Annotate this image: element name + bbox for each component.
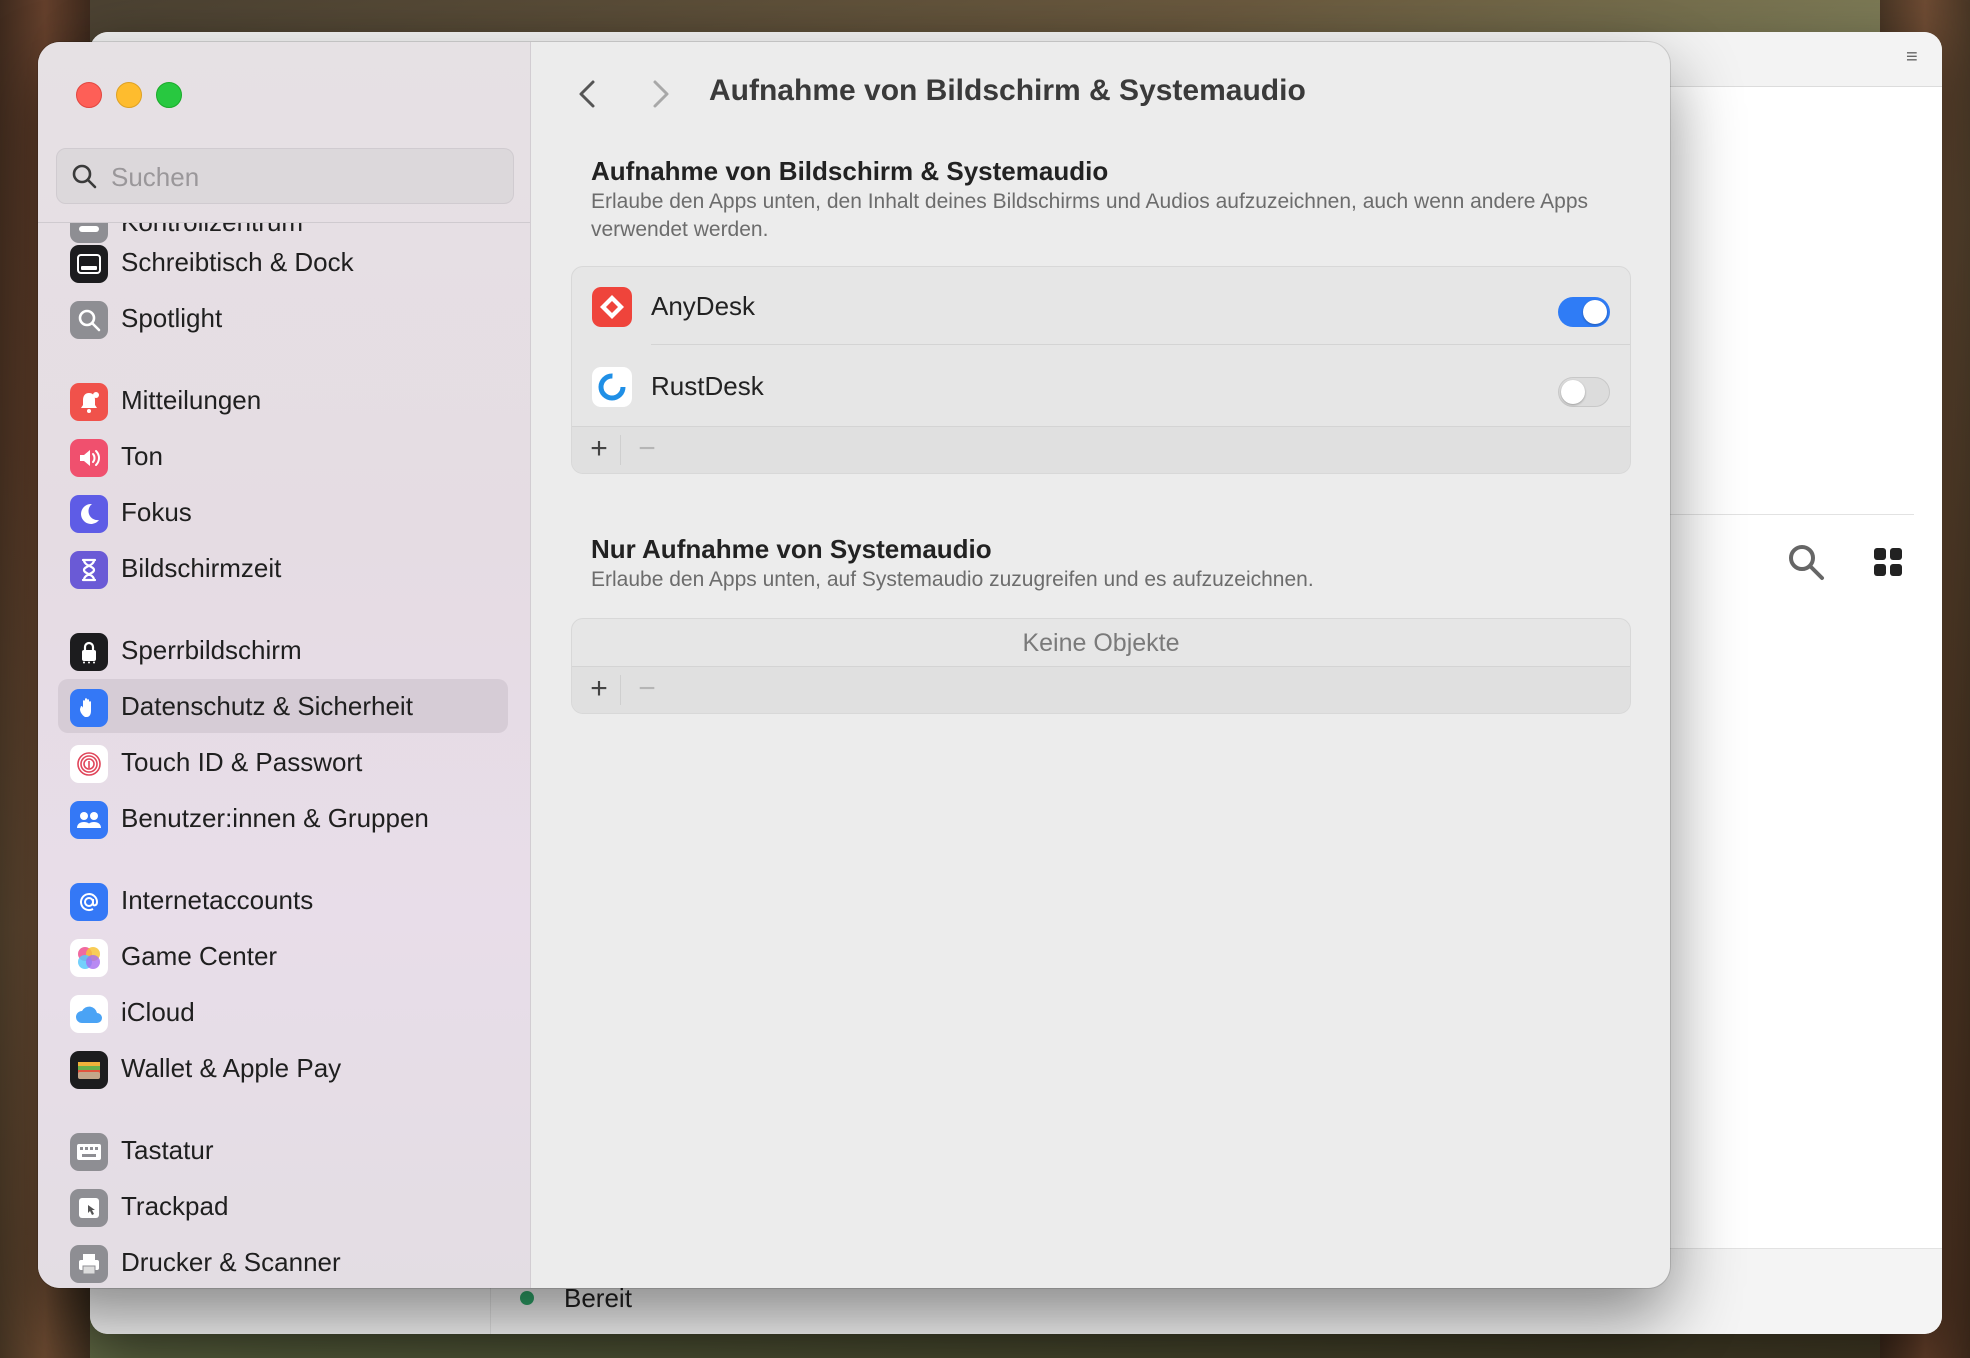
sidebar-item-users-groups[interactable]: Benutzer:innen & Gruppen <box>58 791 508 845</box>
sound-icon <box>70 439 108 477</box>
printer-icon <box>70 1245 108 1283</box>
section-title-system-audio: Nur Aufnahme von Systemaudio <box>591 534 992 564</box>
app-row-anydesk: AnyDesk <box>572 267 1630 345</box>
add-app-button[interactable]: + <box>584 674 614 704</box>
app-list-screen-audio: AnyDesk RustDesk + − <box>571 266 1631 474</box>
dock-icon <box>70 245 108 283</box>
sidebar-item-label: Touch ID & Passwort <box>121 747 363 777</box>
remove-app-button[interactable]: − <box>632 674 662 704</box>
at-sign-icon <box>70 883 108 921</box>
screen-time-icon <box>70 551 108 589</box>
toolbar-divider <box>620 675 621 705</box>
toggle-knob <box>1583 300 1607 324</box>
wallet-icon <box>70 1051 108 1089</box>
sidebar-item-label: Trackpad <box>121 1191 229 1221</box>
minimize-button[interactable] <box>116 82 142 108</box>
sidebar-item-touch-id[interactable]: Touch ID & Passwort <box>58 735 508 789</box>
sidebar-item-lock-screen[interactable]: Sperrbildschirm <box>58 623 508 677</box>
sidebar-item-internet-accounts[interactable]: Internetaccounts <box>58 873 508 927</box>
divider <box>1670 514 1914 515</box>
close-button[interactable] <box>76 82 102 108</box>
search-icon <box>72 164 97 189</box>
fingerprint-icon <box>70 745 108 783</box>
app-name: AnyDesk <box>651 291 756 321</box>
sidebar-item-label: Bildschirmzeit <box>121 553 282 583</box>
sidebar-item-label: Benutzer:innen & Gruppen <box>121 803 429 833</box>
keyboard-icon <box>70 1133 108 1171</box>
forward-chevron-icon[interactable] <box>643 74 677 114</box>
status-dot-icon <box>520 1291 534 1305</box>
sidebar-item-label: Game Center <box>121 941 278 971</box>
empty-list-label: Keine Objekte <box>1022 629 1180 657</box>
toolbar-divider <box>620 435 621 465</box>
app-list-system-audio: Keine Objekte + − <box>571 618 1631 714</box>
row-divider <box>651 344 1630 345</box>
sidebar-item-label: iCloud <box>121 997 195 1027</box>
sidebar-item-icloud[interactable]: iCloud <box>58 985 508 1039</box>
section-description-system-audio: Erlaube den Apps unten, auf Systemaudio … <box>591 568 1314 591</box>
sidebar-item-game-center[interactable]: Game Center <box>58 929 508 983</box>
rustdesk-toggle[interactable] <box>1558 377 1610 407</box>
sidebar-item-privacy-security[interactable]: Datenschutz & Sicherheit <box>58 679 508 733</box>
sidebar-item-label: Spotlight <box>121 303 223 333</box>
sidebar-item-label: Tastatur <box>121 1135 214 1165</box>
hamburger-menu-icon[interactable]: ≡ <box>1906 47 1926 67</box>
trackpad-icon <box>70 1189 108 1227</box>
spotlight-icon <box>70 301 108 339</box>
back-chevron-icon[interactable] <box>571 74 605 114</box>
anydesk-icon <box>592 287 632 327</box>
game-center-icon <box>70 939 108 977</box>
sidebar-item-label: Fokus <box>121 497 192 527</box>
sidebar-item-label: Sperrbildschirm <box>121 635 302 665</box>
section-description-screen-audio: Erlaube den Apps unten, den Inhalt deine… <box>591 190 1589 241</box>
privacy-hand-icon <box>70 689 108 727</box>
icloud-icon <box>70 995 108 1033</box>
sidebar-item-notifications[interactable]: Mitteilungen <box>58 373 508 427</box>
zoom-button[interactable] <box>156 82 182 108</box>
sidebar-item-label: Drucker & Scanner <box>121 1247 341 1277</box>
page-title: Aufnahme von Bildschirm & Systemaudio <box>709 74 1306 107</box>
sidebar-item-trackpad[interactable]: Trackpad <box>58 1179 508 1233</box>
remove-app-button[interactable]: − <box>632 434 662 464</box>
users-icon <box>70 801 108 839</box>
add-app-button[interactable]: + <box>584 434 614 464</box>
sidebar-item-sound[interactable]: Ton <box>58 429 508 483</box>
sidebar-item-printers-scanners[interactable]: Drucker & Scanner <box>58 1235 508 1288</box>
sidebar-item-focus[interactable]: Fokus <box>58 485 508 539</box>
settings-window[interactable]: Kontrollzentrum Schreibtisch & Dock Spot… <box>38 42 1670 1288</box>
search-field[interactable] <box>56 148 514 204</box>
section-title-screen-audio: Aufnahme von Bildschirm & Systemaudio <box>591 156 1109 186</box>
sidebar-item-label: Wallet & Apple Pay <box>121 1053 342 1083</box>
notifications-icon <box>70 383 108 421</box>
list-toolbar: + − <box>572 426 1630 473</box>
search-icon[interactable] <box>1786 542 1826 582</box>
sidebar: Kontrollzentrum Schreibtisch & Dock Spot… <box>38 42 531 1288</box>
anydesk-toggle[interactable] <box>1558 297 1610 327</box>
sidebar-item-spotlight[interactable]: Spotlight <box>58 291 508 345</box>
search-input[interactable] <box>109 157 493 197</box>
sidebar-item-keyboard[interactable]: Tastatur <box>58 1123 508 1177</box>
grid-view-icon[interactable] <box>1872 546 1904 578</box>
sidebar-item-wallet[interactable]: Wallet & Apple Pay <box>58 1041 508 1095</box>
rustdesk-icon <box>592 367 632 407</box>
list-toolbar: + − <box>572 666 1630 713</box>
sidebar-item-label: Schreibtisch & Dock <box>121 247 354 277</box>
app-name: RustDesk <box>651 371 764 401</box>
focus-icon <box>70 495 108 533</box>
sidebar-item-screen-time[interactable]: Bildschirmzeit <box>58 541 508 595</box>
sidebar-item-label: Datenschutz & Sicherheit <box>121 691 413 721</box>
app-row-rustdesk: RustDesk <box>572 347 1630 425</box>
toggle-knob <box>1561 380 1585 404</box>
sidebar-list: Kontrollzentrum Schreibtisch & Dock Spot… <box>38 223 530 1288</box>
sidebar-item-label: Internetaccounts <box>121 885 314 915</box>
sidebar-item-desktop-dock[interactable]: Schreibtisch & Dock <box>58 235 508 289</box>
sidebar-item-label: Mitteilungen <box>121 385 262 415</box>
lock-screen-icon <box>70 633 108 671</box>
content-pane: Aufnahme von Bildschirm & Systemaudio Au… <box>531 42 1670 1288</box>
sidebar-item-label: Ton <box>121 441 163 471</box>
